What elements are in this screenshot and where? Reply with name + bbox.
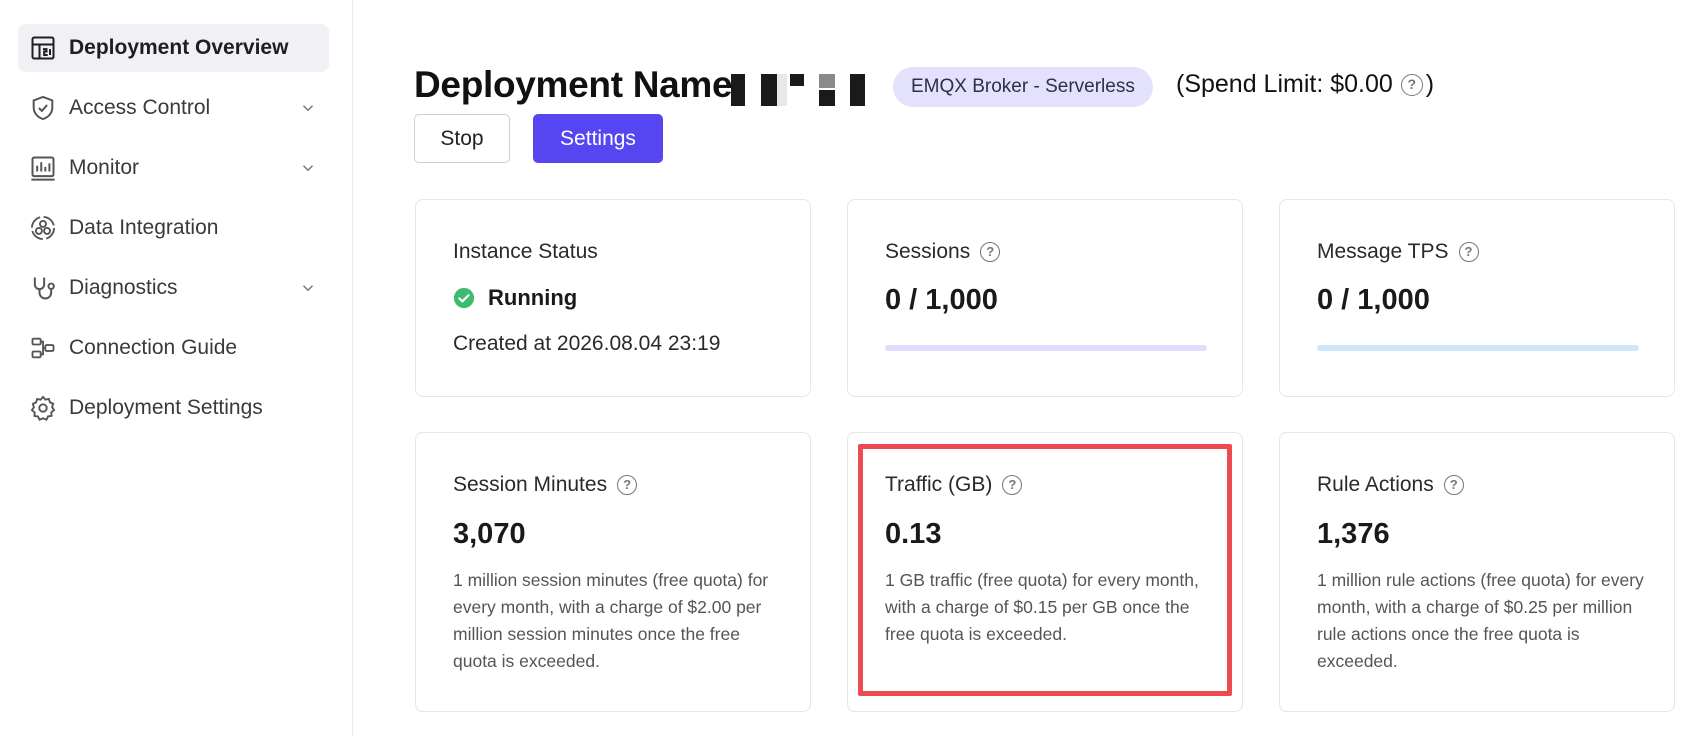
sidebar: Deployment Overview Access Control Monit… (0, 0, 353, 736)
check-circle-icon (453, 287, 475, 309)
status-text: Running (488, 285, 578, 310)
sidebar-item-deployment-settings[interactable]: Deployment Settings (18, 384, 329, 432)
gear-icon (28, 393, 58, 423)
help-icon[interactable]: ? (1443, 475, 1464, 495)
tps-progress-bar (1317, 345, 1639, 351)
shield-icon (28, 93, 58, 123)
monitor-chart-icon (28, 153, 58, 183)
connection-icon (28, 333, 58, 363)
sidebar-item-label: Deployment Settings (69, 396, 263, 419)
settings-button[interactable]: Settings (533, 114, 663, 163)
instance-status-card: Instance Status Running Created at 2026.… (415, 199, 811, 397)
card-label: Rule Actions ? (1317, 473, 1464, 497)
spend-limit-text: (Spend Limit: $0.00 (1176, 70, 1393, 98)
spend-limit-close: ) (1425, 70, 1435, 98)
sidebar-item-label: Diagnostics (69, 276, 178, 299)
help-icon[interactable]: ? (617, 475, 638, 495)
session-minutes-description: 1 million session minutes (free quota) f… (453, 570, 769, 671)
help-icon[interactable]: ? (1458, 242, 1479, 262)
sidebar-item-label: Data Integration (69, 216, 219, 239)
rule-actions-description: 1 million rule actions (free quota) for … (1317, 570, 1644, 671)
help-icon[interactable]: ? (1400, 73, 1423, 96)
sidebar-item-label: Monitor (69, 156, 140, 179)
spend-limit: (Spend Limit: $0.00 ? ) (1176, 70, 1434, 99)
sidebar-item-data-integration[interactable]: Data Integration (18, 204, 329, 252)
sidebar-item-connection-guide[interactable]: Connection Guide (18, 324, 329, 372)
card-label-text: Message TPS (1317, 240, 1449, 263)
stethoscope-icon (28, 273, 58, 303)
card-label: Instance Status (453, 240, 598, 263)
session-minutes-value: 3,070 (453, 518, 526, 550)
card-label-text: Rule Actions (1317, 473, 1434, 496)
rule-actions-card: Rule Actions ? 1,376 1 million rule acti… (1279, 432, 1675, 712)
sessions-progress-bar (885, 345, 1207, 351)
integration-icon (28, 213, 58, 243)
sidebar-item-label: Connection Guide (69, 336, 238, 359)
help-icon[interactable]: ? (980, 242, 1001, 262)
status-row: Running (453, 285, 577, 311)
sidebar-item-label: Deployment Overview (69, 36, 289, 59)
dashboard-icon (28, 33, 58, 63)
chevron-down-icon (302, 285, 314, 292)
card-label: Session Minutes ? (453, 473, 638, 497)
card-label: Message TPS ? (1317, 240, 1479, 264)
stop-button[interactable]: Stop (414, 114, 510, 163)
chevron-down-icon (302, 105, 314, 112)
card-label-text: Sessions (885, 240, 971, 263)
sessions-value: 0 / 1,000 (885, 284, 998, 316)
sidebar-item-deployment-overview[interactable]: Deployment Overview (18, 24, 329, 72)
rule-actions-value: 1,376 (1317, 518, 1390, 550)
message-tps-card: Message TPS ? 0 / 1,000 (1279, 199, 1675, 397)
page-title: Deployment Name: (414, 64, 745, 105)
highlight-box (858, 444, 1232, 696)
tps-value: 0 / 1,000 (1317, 284, 1430, 316)
sidebar-item-access-control[interactable]: Access Control (18, 84, 329, 132)
card-label-text: Session Minutes (453, 473, 608, 496)
sidebar-item-label: Access Control (69, 96, 211, 119)
sidebar-item-monitor[interactable]: Monitor (18, 144, 329, 192)
card-label: Sessions ? (885, 240, 1001, 264)
session-minutes-card: Session Minutes ? 3,070 1 million sessio… (415, 432, 811, 712)
chevron-down-icon (302, 165, 314, 172)
sidebar-item-diagnostics[interactable]: Diagnostics (18, 264, 329, 312)
plan-badge: EMQX Broker - Serverless (893, 67, 1153, 107)
created-at: Created at 2026.08.04 23:19 (453, 332, 721, 355)
sessions-card: Sessions ? 0 / 1,000 (847, 199, 1243, 397)
